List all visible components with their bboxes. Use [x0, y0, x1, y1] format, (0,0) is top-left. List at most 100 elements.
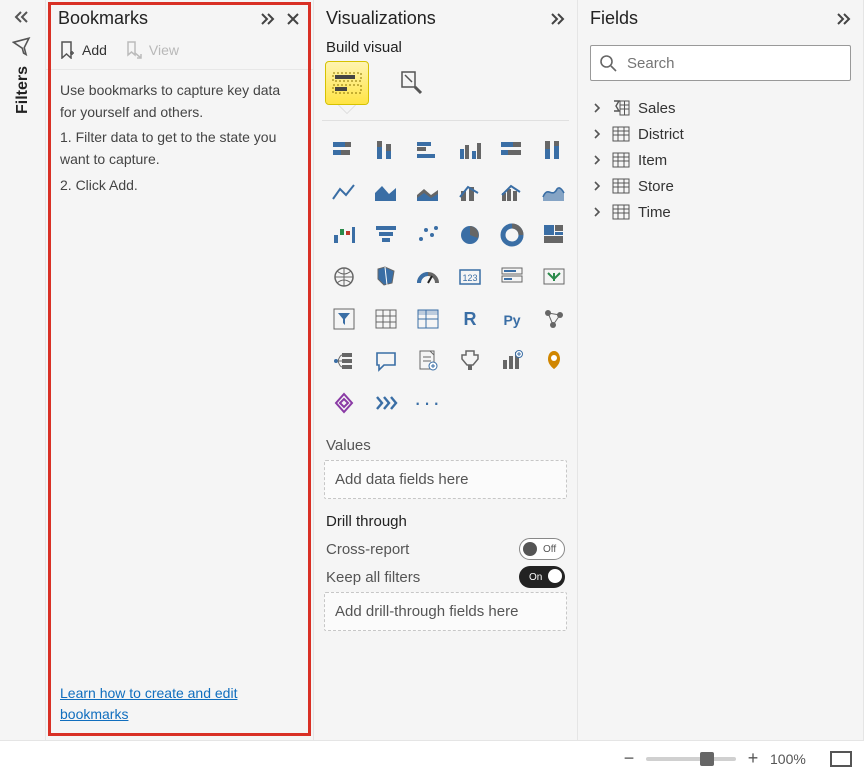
pane-area: Filters Bookmarks Add View	[0, 0, 864, 740]
chevron-right-icon	[592, 129, 604, 139]
viz-type-multi-row-card[interactable]	[494, 259, 530, 295]
drillthrough-label: Drill through	[314, 507, 577, 534]
viz-type-waterfall[interactable]	[326, 217, 362, 253]
viz-subtitle: Build visual	[314, 35, 577, 62]
viz-type-line-clustered-column[interactable]	[494, 175, 530, 211]
table-icon	[612, 177, 630, 195]
viz-type-clustered-bar[interactable]	[410, 133, 446, 169]
add-bookmark-button[interactable]: Add	[58, 41, 107, 59]
viz-type-narrative[interactable]	[536, 343, 572, 379]
field-item-store[interactable]: Store	[586, 173, 855, 199]
viz-type-clustered-column[interactable]	[452, 133, 488, 169]
field-item-district[interactable]: District	[586, 121, 855, 147]
viz-mode-tabs	[314, 62, 577, 104]
field-label: Sales	[638, 100, 676, 117]
view-bookmark-label: View	[149, 42, 179, 58]
zoom-slider[interactable]	[646, 757, 736, 761]
svg-text:R: R	[464, 309, 477, 329]
field-item-time[interactable]: Time	[586, 199, 855, 225]
viz-type-map[interactable]	[326, 259, 362, 295]
viz-type-stacked-column[interactable]	[368, 133, 404, 169]
viz-type-scatter[interactable]	[410, 217, 446, 253]
viz-type-stacked-bar[interactable]	[326, 133, 362, 169]
keep-filters-toggle[interactable]: On	[519, 566, 565, 588]
viz-type-appsource[interactable]	[326, 385, 362, 421]
viz-type-chat[interactable]	[368, 343, 404, 379]
fields-header: Fields	[578, 0, 863, 35]
viz-type-area[interactable]	[368, 175, 404, 211]
fields-search[interactable]	[590, 45, 851, 81]
expand-filters-icon[interactable]	[8, 6, 38, 28]
viz-type-line-stacked-column[interactable]	[452, 175, 488, 211]
zoom-percent: 100%	[770, 751, 820, 767]
viz-type-treemap[interactable]	[536, 217, 572, 253]
collapse-fields-icon[interactable]	[833, 9, 853, 29]
filters-icon	[10, 34, 36, 60]
chevron-right-icon	[592, 207, 604, 217]
cross-report-toggle[interactable]: Off	[519, 538, 565, 560]
viz-type-table[interactable]	[368, 301, 404, 337]
bookmark-view-icon	[125, 41, 143, 59]
viz-type-stacked-bar-100[interactable]	[494, 133, 530, 169]
fields-title: Fields	[590, 8, 638, 29]
viz-type-filled-map[interactable]	[368, 259, 404, 295]
viz-type-line[interactable]	[326, 175, 362, 211]
fit-to-page-button[interactable]	[830, 751, 852, 767]
bookmark-add-icon	[58, 41, 76, 59]
filters-rail[interactable]: Filters	[0, 0, 46, 740]
fields-search-input[interactable]	[625, 54, 842, 73]
viz-type-matrix[interactable]	[410, 301, 446, 337]
viz-type-key-influencers[interactable]	[536, 301, 572, 337]
viz-type-getmore[interactable]	[368, 385, 404, 421]
cross-report-label: Cross-report	[326, 541, 409, 558]
svg-text:123: 123	[462, 273, 477, 283]
drillthrough-dropzone[interactable]: Add drill-through fields here	[324, 592, 567, 631]
table-icon	[612, 125, 630, 143]
viz-type-pie[interactable]	[452, 217, 488, 253]
chevron-right-icon	[592, 103, 604, 113]
bookmarks-toolbar: Add View	[46, 35, 313, 70]
bookmarks-title: Bookmarks	[58, 8, 148, 29]
viz-type-donut[interactable]	[494, 217, 530, 253]
table-icon	[612, 203, 630, 221]
build-visual-tab[interactable]	[326, 62, 368, 104]
zoom-in-button[interactable]: +	[746, 748, 760, 769]
viz-type-r-visual[interactable]: R	[452, 301, 488, 337]
chevron-right-icon	[592, 155, 604, 165]
svg-text:Py: Py	[503, 312, 520, 328]
viz-type-metrics[interactable]	[494, 343, 530, 379]
learn-bookmarks-link[interactable]: Learn how to create and edit bookmarks	[46, 683, 313, 740]
viz-type-decomposition[interactable]	[326, 343, 362, 379]
format-visual-tab[interactable]	[390, 62, 432, 104]
viz-type-funnel[interactable]	[368, 217, 404, 253]
collapse-viz-icon[interactable]	[547, 9, 567, 29]
sigma-table-icon	[612, 99, 630, 117]
viz-type-ribbon[interactable]	[536, 175, 572, 211]
viz-type-card[interactable]: 123	[452, 259, 488, 295]
values-dropzone[interactable]: Add data fields here	[324, 460, 567, 499]
viz-type-slicer[interactable]	[326, 301, 362, 337]
close-bookmarks-icon[interactable]	[283, 9, 303, 29]
viz-type-gauge[interactable]	[410, 259, 446, 295]
field-label: Item	[638, 152, 667, 169]
keep-filters-label: Keep all filters	[326, 569, 420, 586]
viz-type-kpi[interactable]	[536, 259, 572, 295]
field-item-sales[interactable]: Sales	[586, 95, 855, 121]
chevron-right-icon	[592, 181, 604, 191]
viz-type-stacked-column-100[interactable]	[536, 133, 572, 169]
cross-report-row: Cross-report Off	[314, 534, 577, 562]
viz-type-stacked-area[interactable]	[410, 175, 446, 211]
collapse-bookmarks-icon[interactable]	[257, 9, 277, 29]
fields-panel: Fields Sales District Item StoreTime	[578, 0, 864, 740]
field-item-item[interactable]: Item	[586, 147, 855, 173]
viz-header: Visualizations	[314, 0, 577, 35]
viz-more-button[interactable]: ···	[410, 385, 446, 421]
viz-type-py-visual[interactable]: Py	[494, 301, 530, 337]
zoom-bar: − + 100%	[0, 740, 864, 776]
add-bookmark-label: Add	[82, 42, 107, 58]
field-label: District	[638, 126, 684, 143]
hint-step1: 1. Filter data to get to the state you w…	[60, 127, 299, 170]
zoom-out-button[interactable]: −	[622, 748, 636, 769]
viz-type-goals[interactable]	[452, 343, 488, 379]
viz-type-paginated[interactable]	[410, 343, 446, 379]
